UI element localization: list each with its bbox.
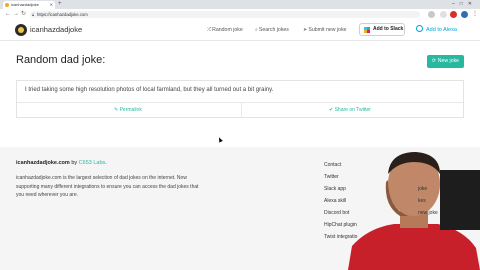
footer-link-partial-joke[interactable]: joke [418, 186, 427, 192]
new-tab-icon[interactable]: + [58, 0, 62, 9]
search-icon: ⌕ [255, 27, 258, 33]
site-favicon-icon [5, 3, 9, 7]
footer-link-discord[interactable]: Discord bot [324, 210, 349, 216]
url-bar[interactable]: 🔒︎ https://icanhazdadjoke.com [30, 11, 420, 18]
send-icon: ➤ [303, 27, 308, 33]
window-controls[interactable]: –□✕ [452, 0, 477, 9]
site-brand[interactable]: icanhazdadjoke [30, 24, 82, 36]
browser-tab-title: icanhazdadjoke [11, 2, 39, 7]
menu-dots-icon[interactable]: ⋮ [472, 9, 478, 20]
footer-by: by [71, 160, 78, 166]
footer-link-alexa[interactable]: Alexa skill [324, 198, 346, 204]
star-icon[interactable] [428, 11, 435, 18]
shuffle-icon: ⤮ [207, 27, 212, 33]
site-logo-icon[interactable] [15, 24, 27, 36]
url-text: https://icanhazdadjoke.com [37, 12, 88, 17]
joke-card: I tried taking some high resolution phot… [16, 80, 464, 118]
close-tab-icon[interactable]: ✕ [50, 1, 53, 9]
footer-link-contact[interactable]: Contact [324, 162, 341, 168]
footer-period: . [105, 160, 107, 166]
slack-icon [364, 27, 370, 33]
add-to-slack-label: Add to Slack [373, 26, 404, 32]
permalink-link[interactable]: ✎ Permalink [114, 104, 142, 116]
card-divider [17, 102, 463, 103]
reload-icon[interactable]: ↻ [21, 9, 26, 20]
webcam-overlay [348, 152, 480, 270]
lock-icon: 🔒︎ [32, 12, 35, 17]
alexa-icon [416, 25, 423, 32]
extension-icon[interactable] [440, 11, 447, 18]
extension-icon-red[interactable] [450, 11, 457, 18]
footer-link-twitter[interactable]: Twitter [324, 174, 339, 180]
page-title: Random dad joke: [16, 54, 106, 66]
add-to-slack-button[interactable]: Add to Slack [359, 23, 405, 36]
mouse-cursor-icon [217, 136, 223, 143]
profile-avatar-icon[interactable] [461, 11, 468, 18]
browser-tab-bar: icanhazdadjoke ✕ + –□✕ [0, 0, 480, 9]
nav-submit-joke[interactable]: ➤Submit new joke [303, 24, 346, 36]
footer-link-slack[interactable]: Slack app [324, 186, 346, 192]
joke-text: I tried taking some high resolution phot… [25, 87, 274, 93]
share-twitter-link[interactable]: ✔ Share on Twitter [329, 104, 371, 116]
back-icon[interactable]: ← [5, 9, 11, 20]
footer-link-partial-kes[interactable]: kes [418, 198, 426, 204]
footer-site-name: icanhazdadjoke.com [16, 160, 70, 166]
site-header: icanhazdadjoke ⤮Random joke ⌕Search joke… [0, 20, 480, 41]
new-joke-button[interactable]: ⟳ New joke [427, 55, 464, 68]
footer-link-partial-new-joke[interactable]: new joke [418, 210, 438, 216]
nav-random-joke[interactable]: ⤮Random joke [207, 24, 243, 36]
footer-company-link[interactable]: C653 Labs [79, 160, 106, 166]
footer-brand: icanhazdadjoke.com by C653 Labs. [16, 160, 107, 166]
nav-search-jokes[interactable]: ⌕Search jokes [255, 24, 289, 36]
forward-icon[interactable]: → [13, 9, 19, 20]
card-vertical-divider [241, 102, 242, 118]
add-to-alexa-link[interactable]: Add to Alexa [416, 24, 457, 36]
browser-tab[interactable]: icanhazdadjoke ✕ [3, 1, 55, 9]
footer-description: icanhazdadjoke.com is the largest select… [16, 175, 199, 198]
